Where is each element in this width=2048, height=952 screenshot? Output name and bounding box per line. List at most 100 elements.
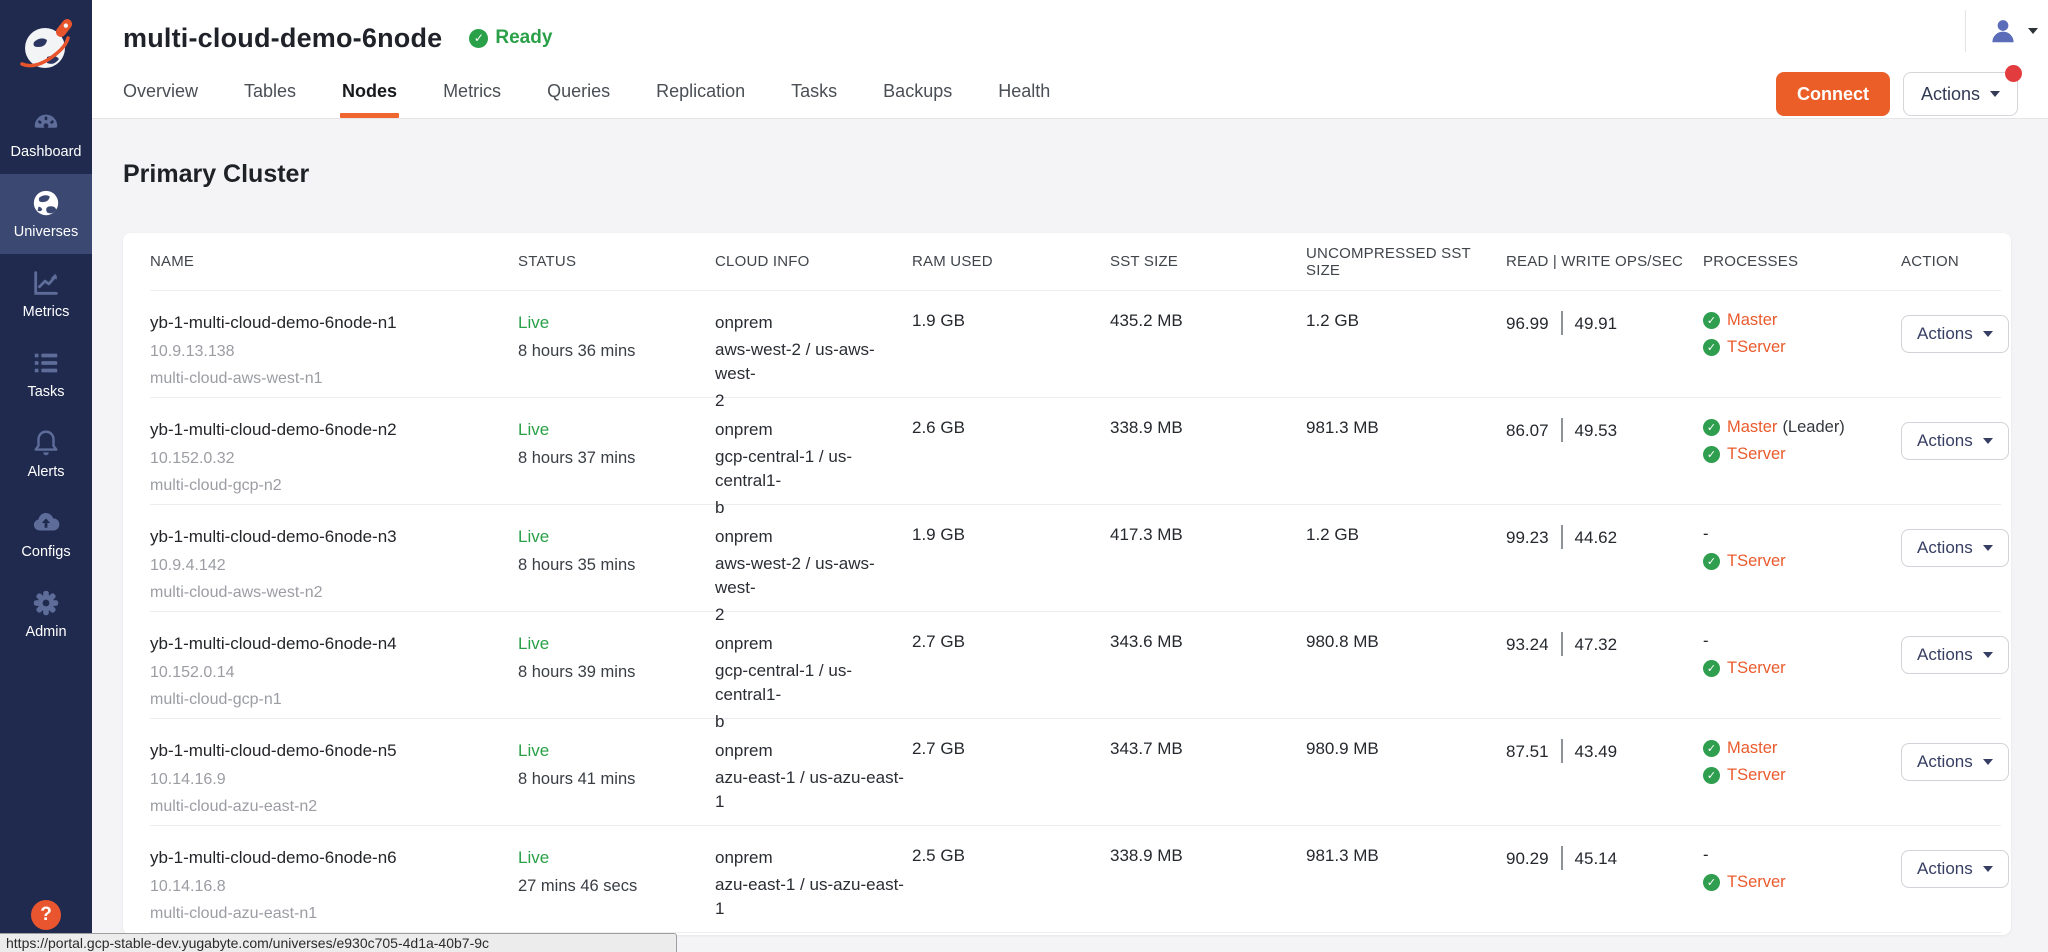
- globe-icon: [31, 188, 61, 218]
- tab-queries[interactable]: Queries: [547, 81, 610, 119]
- sidebar-item-configs[interactable]: Configs: [0, 494, 92, 574]
- check-circle-icon: ✓: [1703, 446, 1720, 463]
- header-actions-button[interactable]: Actions: [1903, 72, 2018, 116]
- master-process-link[interactable]: Master: [1727, 311, 1777, 330]
- node-uptime: 8 hours 37 mins: [518, 445, 715, 472]
- sidebar-item-universes[interactable]: Universes: [0, 174, 92, 254]
- tab-metrics[interactable]: Metrics: [443, 81, 501, 119]
- node-name-link[interactable]: yb-1-multi-cloud-demo-6node-n2: [150, 418, 518, 442]
- node-ip: 10.9.13.138: [150, 338, 518, 365]
- cloud-info-cell: onpremaws-west-2 / us-aws-west-2: [715, 525, 912, 630]
- chevron-down-icon: [1983, 866, 1993, 872]
- row-actions-button[interactable]: Actions: [1901, 743, 2009, 781]
- sidebar-item-label: Configs: [21, 544, 70, 560]
- node-name-link[interactable]: yb-1-multi-cloud-demo-6node-n4: [150, 632, 518, 656]
- row-actions-button[interactable]: Actions: [1901, 529, 2009, 567]
- sidebar-item-metrics[interactable]: Metrics: [0, 254, 92, 334]
- link-preview-statusbar: https://portal.gcp-stable-dev.yugabyte.c…: [0, 933, 677, 952]
- node-alias: multi-cloud-gcp-n1: [150, 686, 518, 713]
- master-process-link[interactable]: Master: [1727, 739, 1777, 758]
- sidebar-item-alerts[interactable]: Alerts: [0, 414, 92, 494]
- row-actions-button[interactable]: Actions: [1901, 315, 2009, 353]
- chevron-down-icon: [1990, 91, 2000, 97]
- uncompressed-sst-cell: 980.9 MB: [1306, 739, 1506, 825]
- action-cell: Actions: [1901, 739, 2009, 825]
- master-process-link[interactable]: Master: [1727, 418, 1777, 437]
- read-ops-value: 87.51: [1506, 742, 1549, 761]
- name-cell: yb-1-multi-cloud-demo-6node-n3 10.9.4.14…: [150, 525, 518, 630]
- help-button[interactable]: ?: [31, 900, 61, 930]
- read-ops-value: 99.23: [1506, 528, 1549, 547]
- ram-used-cell: 2.7 GB: [912, 632, 1110, 737]
- list-icon: [31, 348, 61, 378]
- sst-size-cell: 338.9 MB: [1110, 846, 1306, 932]
- node-alias: multi-cloud-azu-east-n1: [150, 900, 518, 927]
- cloud-info-line: onprem: [715, 632, 912, 656]
- cloud-info-line: aws-west-2 / us-aws-west-: [715, 338, 912, 386]
- user-menu[interactable]: [1965, 10, 2038, 52]
- cloud-info-line: gcp-central-1 / us-central1-: [715, 445, 912, 493]
- tab-overview[interactable]: Overview: [123, 81, 198, 119]
- node-ip: 10.14.16.9: [150, 766, 518, 793]
- tab-tables[interactable]: Tables: [244, 81, 296, 119]
- page-title: multi-cloud-demo-6node: [123, 23, 442, 54]
- gear-icon: [31, 588, 61, 618]
- uncompressed-sst-cell: 981.3 MB: [1306, 418, 1506, 523]
- tserver-process-link[interactable]: TServer: [1727, 552, 1786, 571]
- tab-nodes[interactable]: Nodes: [342, 81, 397, 119]
- sidebar-item-admin[interactable]: Admin: [0, 574, 92, 654]
- column-header-name[interactable]: NAME: [150, 253, 518, 270]
- connect-button[interactable]: Connect: [1776, 72, 1890, 116]
- column-header-sst-size[interactable]: SST SIZE: [1110, 253, 1306, 270]
- column-header-read-write-ops[interactable]: READ | WRITE OPS/SEC: [1506, 253, 1703, 270]
- tserver-process-link[interactable]: TServer: [1727, 445, 1786, 464]
- node-ip: 10.152.0.14: [150, 659, 518, 686]
- tserver-process-link[interactable]: TServer: [1727, 873, 1786, 892]
- tserver-process-link[interactable]: TServer: [1727, 659, 1786, 678]
- ops-separator: [1561, 311, 1563, 335]
- master-process-link[interactable]: -: [1703, 632, 1709, 651]
- planet-rocket-logo-icon: [12, 12, 80, 80]
- master-process-link[interactable]: -: [1703, 525, 1709, 544]
- tab-health[interactable]: Health: [998, 81, 1050, 119]
- node-ip: 10.14.16.8: [150, 873, 518, 900]
- row-actions-label: Actions: [1917, 324, 1973, 344]
- tserver-process-link[interactable]: TServer: [1727, 338, 1786, 357]
- header-buttons: Connect Actions: [1776, 72, 2018, 116]
- column-header-action[interactable]: ACTION: [1901, 253, 2001, 270]
- uncompressed-sst-cell: 1.2 GB: [1306, 525, 1506, 630]
- write-ops-value: 49.53: [1575, 421, 1618, 440]
- sst-size-cell: 417.3 MB: [1110, 525, 1306, 630]
- ops-separator: [1561, 632, 1563, 656]
- yugabyte-logo[interactable]: [0, 0, 92, 92]
- column-header-cloud-info[interactable]: CLOUD INFO: [715, 253, 912, 270]
- master-process-link[interactable]: -: [1703, 846, 1709, 865]
- sidebar-item-tasks[interactable]: Tasks: [0, 334, 92, 414]
- node-status: Live: [518, 846, 715, 870]
- cloud-upload-icon: [31, 508, 61, 538]
- row-actions-button[interactable]: Actions: [1901, 422, 2009, 460]
- sidebar-item-label: Tasks: [27, 384, 64, 400]
- node-name-link[interactable]: yb-1-multi-cloud-demo-6node-n6: [150, 846, 518, 870]
- read-write-ops-cell: 86.0749.53: [1506, 418, 1703, 523]
- row-actions-button[interactable]: Actions: [1901, 636, 2009, 674]
- action-cell: Actions: [1901, 632, 2009, 737]
- table-row: yb-1-multi-cloud-demo-6node-n6 10.14.16.…: [150, 826, 2001, 933]
- row-actions-button[interactable]: Actions: [1901, 850, 2009, 888]
- tab-backups[interactable]: Backups: [883, 81, 952, 119]
- node-name-link[interactable]: yb-1-multi-cloud-demo-6node-n3: [150, 525, 518, 549]
- sidebar-item-dashboard[interactable]: Dashboard: [0, 94, 92, 174]
- node-name-link[interactable]: yb-1-multi-cloud-demo-6node-n1: [150, 311, 518, 335]
- check-circle-icon: ✓: [1703, 312, 1720, 329]
- column-header-ram-used[interactable]: RAM USED: [912, 253, 1110, 270]
- column-header-status[interactable]: STATUS: [518, 253, 715, 270]
- tserver-process-link[interactable]: TServer: [1727, 766, 1786, 785]
- tab-tasks[interactable]: Tasks: [791, 81, 837, 119]
- name-cell: yb-1-multi-cloud-demo-6node-n4 10.152.0.…: [150, 632, 518, 737]
- column-header-uncompressed-sst-size[interactable]: UNCOMPRESSED SST SIZE: [1306, 245, 1506, 279]
- column-header-processes[interactable]: PROCESSES: [1703, 253, 1901, 270]
- node-name-link[interactable]: yb-1-multi-cloud-demo-6node-n5: [150, 739, 518, 763]
- title-row: multi-cloud-demo-6node ✓ Ready: [92, 0, 2048, 62]
- name-cell: yb-1-multi-cloud-demo-6node-n1 10.9.13.1…: [150, 311, 518, 416]
- tab-replication[interactable]: Replication: [656, 81, 745, 119]
